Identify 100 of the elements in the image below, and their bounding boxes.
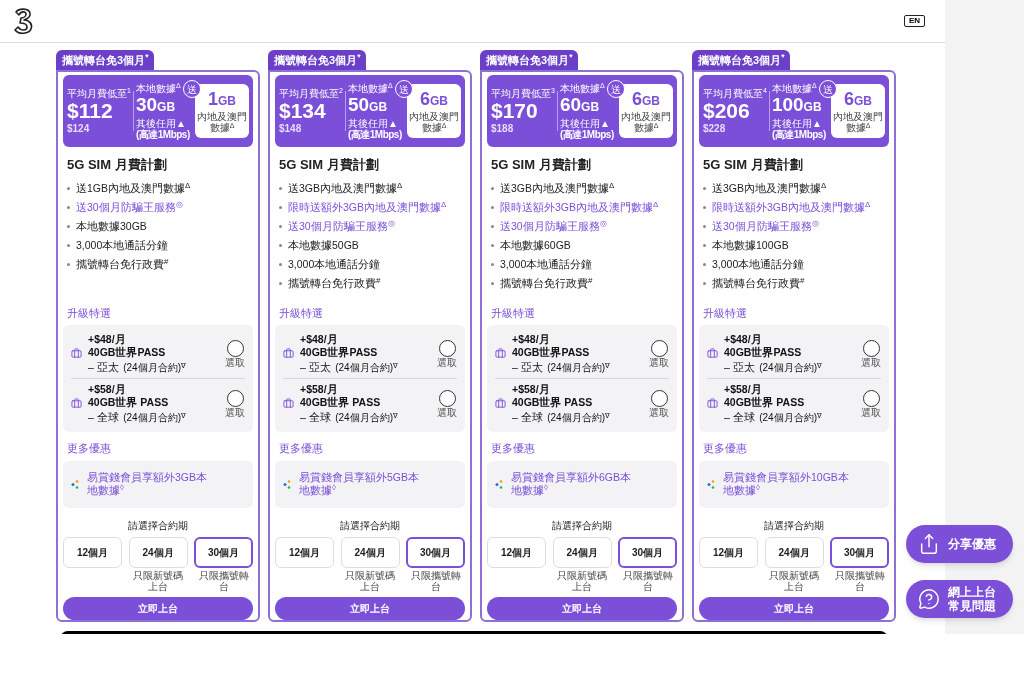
upgrade-name: 40GB世界 PASS <box>512 396 594 409</box>
feature-text: 3,000本地通話分鐘 <box>76 237 169 252</box>
feature-text: 送3GB內地及澳門數據$^{Δ}$ <box>712 180 827 195</box>
bullet-icon <box>703 224 706 228</box>
section-title: 更多優惠 <box>491 441 536 456</box>
subscribe-button[interactable]: 立即上台 <box>487 596 677 620</box>
data-note: 其後任用▲ <box>771 117 823 129</box>
subscribe-button[interactable]: 立即上台 <box>275 596 465 620</box>
bullet-icon <box>279 224 282 228</box>
upgrade-price: +$58/月 <box>512 383 551 396</box>
contract-option[interactable]: 24個月 <box>340 536 400 568</box>
bullet-icon <box>703 243 706 247</box>
bullet-icon <box>491 262 494 266</box>
upgrade-price: +$48/月 <box>300 333 339 346</box>
select-label: 選取 <box>225 406 245 418</box>
price: $206 <box>703 98 751 123</box>
contract-option[interactable]: 12個月 <box>699 536 758 568</box>
price: $170 <box>491 98 539 123</box>
feature-text: 送1GB內地及澳門數據$^{Δ}$ <box>76 180 191 195</box>
suitcase-icon <box>71 348 82 359</box>
suitcase-icon <box>283 398 294 409</box>
data-speed: (高達1Mbps) <box>771 128 826 140</box>
contract-option[interactable]: 30個月 <box>194 536 253 568</box>
upgrade-name: 40GB世界 PASS <box>88 396 170 409</box>
offer-text: 易賞錢會員享額外3GB本地數據$^{◊}$ <box>87 471 208 497</box>
contract-option[interactable]: 30個月 <box>830 536 889 568</box>
contract-note: 只限新號碼上台 <box>132 569 184 592</box>
offer-text: 易賞錢會員享額外10GB本地數據$^{◊}$ <box>723 471 850 497</box>
help-button[interactable]: 網上上台常見問題 <box>906 580 1013 618</box>
contract-note: 只限攜號轉台 <box>833 569 886 592</box>
price-label: 平均月費低至$^{4}$ <box>703 87 767 99</box>
bonus-caption: 內地及澳門數據$^{Δ}$ <box>832 111 884 133</box>
feature-text: 3,000本地通話分鐘 <box>500 256 593 271</box>
select-label: 選取 <box>861 356 881 368</box>
contract-prompt: 請選擇合約期 <box>127 518 189 533</box>
original-price: $124 <box>67 122 91 135</box>
contract-note: 只限攜號轉台 <box>621 569 674 592</box>
offer-text: 易賞錢會員享額外5GB本地數據$^{◊}$ <box>299 471 420 497</box>
contract-option[interactable]: 24個月 <box>552 536 612 568</box>
upgrade-region: – 全球 <box>300 411 331 423</box>
data-label: 本地數據$^{Δ}$ <box>559 82 606 94</box>
upgrade-name: 40GB世界PASS <box>300 346 379 359</box>
data-speed: (高達1Mbps) <box>559 128 614 140</box>
contract-option[interactable]: 12個月 <box>275 536 334 568</box>
dots-icon <box>495 479 503 489</box>
suitcase-icon <box>707 398 718 409</box>
language-button[interactable]: EN <box>903 15 925 27</box>
contract-option[interactable]: 30個月 <box>618 536 677 568</box>
bullet-icon <box>491 224 494 228</box>
feature-text: 限時送額外3GB內地及澳門數據$^{Δ}$ <box>288 199 447 214</box>
bonus-amount: 1GB <box>208 89 236 111</box>
upgrade-price: +$58/月 <box>724 383 763 396</box>
select-label: 選取 <box>649 406 669 418</box>
upgrade-region: – 亞太 <box>724 361 755 373</box>
feature-text: 送30個月防騙王服務$^{◎}$ <box>712 218 819 233</box>
bullet-icon <box>67 205 70 209</box>
bullet-icon <box>703 281 706 285</box>
dots-icon <box>71 479 79 489</box>
select-label: 選取 <box>649 356 669 368</box>
contract-option[interactable]: 30個月 <box>406 536 465 568</box>
bonus-badge: 送 <box>819 80 837 98</box>
data-label: 本地數據$^{Δ}$ <box>135 82 182 94</box>
upgrade-price: +$48/月 <box>512 333 551 346</box>
feature-text: 限時送額外3GB內地及澳門數據$^{Δ}$ <box>712 199 871 214</box>
data-label: 本地數據$^{Δ}$ <box>771 82 818 94</box>
feature-text: 攜號轉台免行政費$^{#}$ <box>76 256 169 271</box>
bullet-icon <box>491 281 494 285</box>
contract-option[interactable]: 24個月 <box>764 536 824 568</box>
section-title: 更多優惠 <box>67 441 112 456</box>
bullet-icon <box>279 243 282 247</box>
contract-option[interactable]: 24個月 <box>128 536 188 568</box>
upgrade-term: (24個月合約)$^{∇}$ <box>547 362 610 373</box>
section-title: 升級特選 <box>67 305 112 321</box>
section-title: 更多優惠 <box>703 441 748 456</box>
upgrade-term: (24個月合約)$^{∇}$ <box>759 362 822 373</box>
contract-option[interactable]: 12個月 <box>487 536 546 568</box>
bonus-caption: 內地及澳門數據$^{Δ}$ <box>408 111 460 133</box>
feature-text: 送30個月防騙王服務$^{◎}$ <box>76 199 183 214</box>
plan-title: 5G SIM 月費計劃 <box>67 156 168 174</box>
suitcase-icon <box>283 348 294 359</box>
upgrade-price: +$58/月 <box>300 383 339 396</box>
subscribe-button[interactable]: 立即上台 <box>63 596 253 620</box>
bonus-amount: 6GB <box>632 89 660 111</box>
bullet-icon <box>67 186 70 190</box>
bullet-icon <box>279 205 282 209</box>
upgrade-region: – 全球 <box>724 411 755 423</box>
feature-text: 3,000本地通話分鐘 <box>288 256 381 271</box>
subscribe-button[interactable]: 立即上台 <box>699 596 889 620</box>
upgrade-name: 40GB世界 PASS <box>300 396 382 409</box>
contract-prompt: 請選擇合約期 <box>551 518 613 533</box>
share-button[interactable]: 分享優惠 <box>906 525 1013 563</box>
contract-note: 只限新號碼上台 <box>768 569 820 592</box>
contract-prompt: 請選擇合約期 <box>763 518 825 533</box>
data-amount: 30GB <box>135 93 176 117</box>
logo-icon[interactable] <box>12 7 34 35</box>
bullet-icon <box>703 205 706 209</box>
upgrade-term: (24個月合約)$^{∇}$ <box>123 362 186 373</box>
contract-option[interactable]: 12個月 <box>63 536 122 568</box>
section-title: 升級特選 <box>279 305 324 321</box>
upgrade-region: – 亞太 <box>512 361 543 373</box>
